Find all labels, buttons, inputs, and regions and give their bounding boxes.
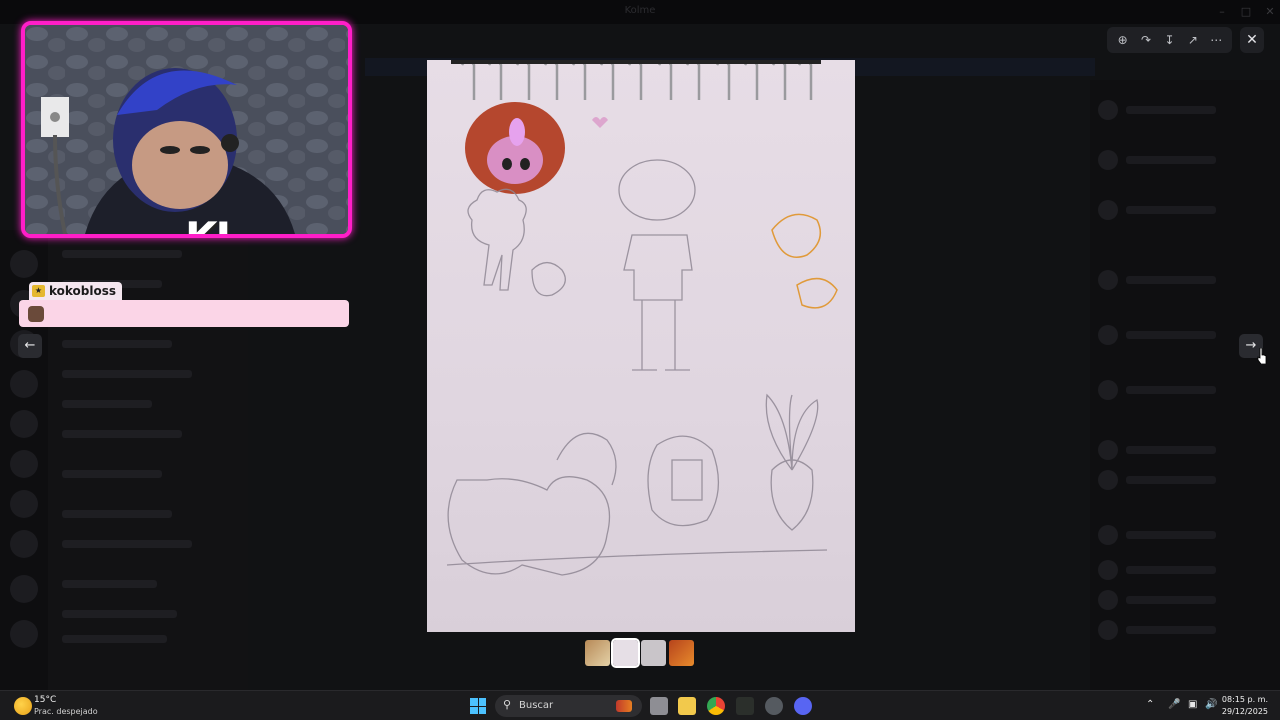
channel-item[interactable] bbox=[62, 610, 177, 618]
chat-username: ★ kokobloss bbox=[29, 282, 123, 300]
previous-image-button[interactable]: ← bbox=[18, 334, 42, 358]
chat-username-text: kokobloss bbox=[49, 284, 117, 298]
member-item[interactable] bbox=[1098, 380, 1268, 402]
chat-message bbox=[19, 300, 349, 327]
member-item[interactable] bbox=[1098, 150, 1268, 172]
arrow-left-icon: ← bbox=[24, 338, 36, 353]
viewer-image[interactable] bbox=[427, 60, 855, 632]
search-highlight-icon bbox=[616, 700, 632, 712]
clock-date[interactable]: 29/12/2025 bbox=[1222, 707, 1268, 716]
server-icon[interactable] bbox=[10, 490, 38, 518]
member-item[interactable] bbox=[1098, 470, 1268, 492]
member-item[interactable] bbox=[1098, 200, 1268, 222]
clock-time[interactable]: 08:15 p. m. bbox=[1222, 695, 1268, 704]
chrome-icon[interactable] bbox=[707, 697, 725, 715]
channel-item[interactable] bbox=[62, 540, 192, 548]
screen: Kolme – □ ✕ ⊕ ↷ ↧ ↗ ⋯ ✕ ← → KJ ★ kokoblo… bbox=[0, 0, 1280, 720]
microphone-icon[interactable]: 🎤 bbox=[1168, 699, 1180, 710]
server-icon[interactable] bbox=[10, 575, 38, 603]
member-item[interactable] bbox=[1098, 100, 1268, 122]
weather-description[interactable]: Prac. despejado bbox=[34, 707, 98, 716]
emote-icon bbox=[28, 306, 44, 322]
search-icon: ⚲ bbox=[503, 698, 512, 711]
open-external-icon[interactable]: ↗ bbox=[1184, 31, 1202, 49]
thumbnail-4[interactable] bbox=[669, 640, 694, 666]
subscriber-badge-icon: ★ bbox=[32, 285, 45, 297]
webcam-label: KJ bbox=[185, 213, 231, 238]
discord-icon[interactable] bbox=[794, 697, 812, 715]
thumbnail-3[interactable] bbox=[641, 640, 666, 666]
member-item[interactable] bbox=[1098, 270, 1268, 292]
channel-item[interactable] bbox=[62, 470, 162, 478]
server-icon[interactable] bbox=[10, 370, 38, 398]
tray-chevron-icon[interactable]: ⌃ bbox=[1146, 699, 1154, 710]
server-icon[interactable] bbox=[10, 410, 38, 438]
zoom-in-icon[interactable]: ⊕ bbox=[1114, 31, 1132, 49]
server-icon[interactable] bbox=[10, 250, 38, 278]
channel-item[interactable] bbox=[62, 340, 172, 348]
webcam-overlay: KJ bbox=[21, 21, 352, 238]
thumbnail-1[interactable] bbox=[585, 640, 610, 666]
channel-item[interactable] bbox=[62, 430, 182, 438]
thumbnail-2-active[interactable] bbox=[611, 638, 640, 668]
weather-sun-icon[interactable] bbox=[14, 697, 32, 715]
channel-item[interactable] bbox=[62, 510, 172, 518]
close-icon: ✕ bbox=[1246, 32, 1258, 48]
channel-item[interactable] bbox=[62, 250, 182, 258]
member-item[interactable] bbox=[1098, 590, 1268, 612]
app-window-title: Kolme bbox=[624, 5, 656, 16]
window-close-icon[interactable]: ✕ bbox=[1258, 4, 1280, 20]
volume-icon[interactable]: 🔊 bbox=[1205, 699, 1217, 710]
member-item[interactable] bbox=[1098, 440, 1268, 462]
rotate-icon[interactable]: ↷ bbox=[1137, 31, 1155, 49]
member-item[interactable] bbox=[1098, 560, 1268, 582]
channel-item[interactable] bbox=[62, 370, 192, 378]
viewer-toolbar: ⊕ ↷ ↧ ↗ ⋯ bbox=[1107, 27, 1232, 53]
server-icon[interactable] bbox=[10, 620, 38, 648]
network-icon[interactable]: ▣ bbox=[1188, 699, 1197, 710]
channel-item[interactable] bbox=[62, 400, 152, 408]
member-item[interactable] bbox=[1098, 525, 1268, 547]
member-list bbox=[1090, 80, 1280, 690]
minimize-icon[interactable]: – bbox=[1210, 4, 1234, 20]
taskbar-search[interactable]: ⚲ Buscar bbox=[495, 695, 642, 717]
download-icon[interactable]: ↧ bbox=[1160, 31, 1178, 49]
start-button[interactable] bbox=[470, 698, 486, 714]
terminal-app-icon[interactable] bbox=[736, 697, 754, 715]
taskbar: 15°C Prac. despejado ⚲ Buscar ⌃ 🎤 ▣ 🔊 08… bbox=[0, 690, 1280, 720]
more-icon[interactable]: ⋯ bbox=[1207, 31, 1225, 49]
channel-item[interactable] bbox=[62, 580, 157, 588]
task-view-icon[interactable] bbox=[650, 697, 668, 715]
member-item[interactable] bbox=[1098, 620, 1268, 642]
weather-temperature[interactable]: 15°C bbox=[34, 695, 56, 705]
maximize-icon[interactable]: □ bbox=[1234, 4, 1258, 20]
search-placeholder: Buscar bbox=[519, 700, 554, 711]
file-explorer-icon[interactable] bbox=[678, 697, 696, 715]
channel-item[interactable] bbox=[62, 635, 167, 643]
close-viewer-button[interactable]: ✕ bbox=[1240, 27, 1264, 53]
thumbnail-strip bbox=[585, 638, 694, 668]
server-icon[interactable] bbox=[10, 530, 38, 558]
arrow-right-icon: → bbox=[1245, 338, 1257, 353]
obs-icon[interactable] bbox=[765, 697, 783, 715]
server-icon[interactable] bbox=[10, 450, 38, 478]
mouse-cursor-icon bbox=[1257, 348, 1267, 364]
